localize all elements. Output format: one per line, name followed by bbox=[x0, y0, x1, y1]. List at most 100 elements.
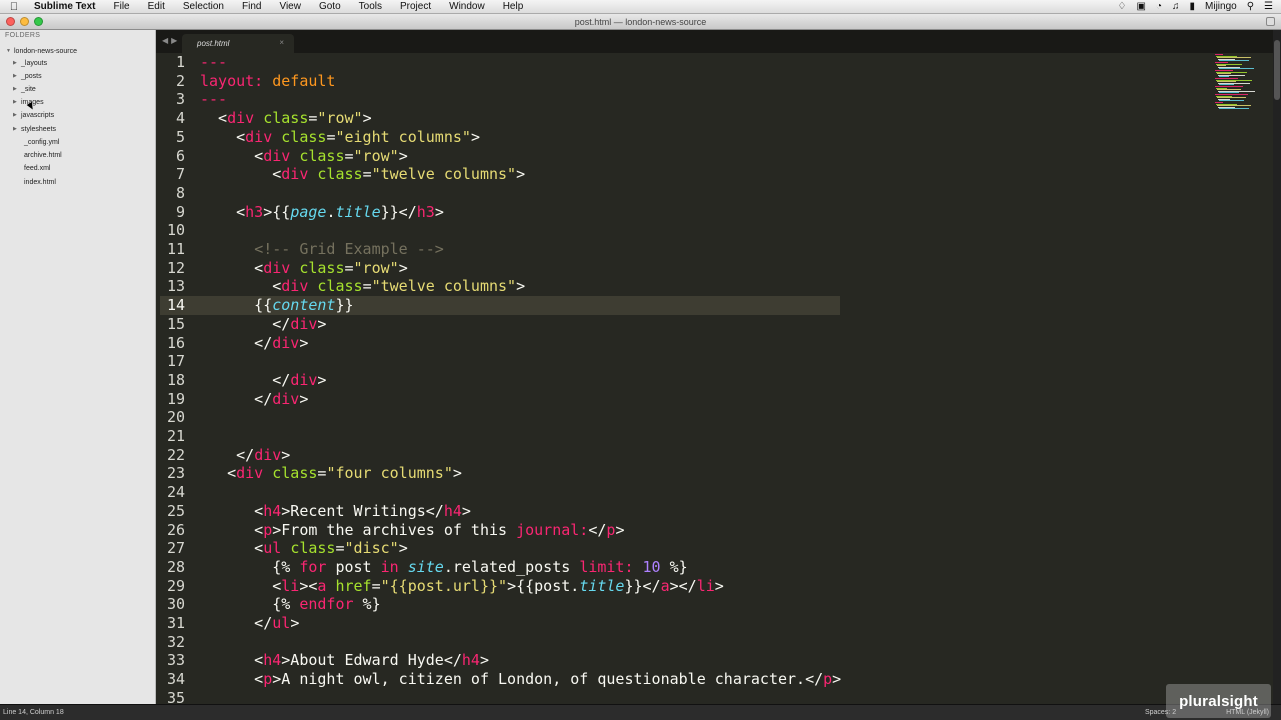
code-line[interactable]: <div class="row"> bbox=[200, 147, 408, 166]
close-icon[interactable]: × bbox=[279, 38, 284, 47]
line-number: 18 bbox=[166, 370, 185, 389]
tab-nav-arrows-icon[interactable]: ◀▶ bbox=[162, 36, 180, 45]
folder-label: javascripts bbox=[21, 111, 55, 119]
line-number: 6 bbox=[175, 146, 185, 165]
code-line[interactable]: <div class="four columns"> bbox=[200, 464, 462, 483]
folder-item[interactable]: ▶ _layouts bbox=[13, 57, 47, 69]
line-number: 30 bbox=[166, 595, 185, 614]
window-titlebar: post.html — london-news-source bbox=[0, 14, 1281, 30]
fullscreen-button[interactable] bbox=[1266, 17, 1275, 26]
code-line[interactable]: <!-- Grid Example --> bbox=[200, 240, 444, 259]
window-title: post.html — london-news-source bbox=[574, 16, 707, 27]
tree-root[interactable]: ▼ london-news-source bbox=[6, 45, 77, 57]
expanded-triangle-icon: ▼ bbox=[6, 48, 11, 54]
code-line[interactable]: </ul> bbox=[200, 614, 299, 633]
line-number: 21 bbox=[166, 427, 185, 445]
volume-icon[interactable]: ♫ bbox=[1172, 1, 1180, 12]
folder-item[interactable]: ▶ _site bbox=[13, 83, 36, 95]
code-line[interactable]: </div> bbox=[200, 371, 326, 390]
file-item[interactable]: feed.xml bbox=[24, 162, 50, 174]
minimap[interactable] bbox=[1213, 54, 1273, 114]
menu-window[interactable]: Window bbox=[440, 1, 494, 12]
folder-item[interactable]: ▶ _posts bbox=[13, 70, 42, 82]
wifi-icon[interactable]: ◔ bbox=[1156, 1, 1162, 12]
code-line[interactable]: <ul class="disc"> bbox=[200, 539, 408, 558]
line-number: 17 bbox=[166, 352, 185, 371]
folder-item[interactable]: ▶ stylesheets bbox=[13, 123, 56, 135]
code-line[interactable]: <div class="twelve columns"> bbox=[200, 165, 525, 184]
display-icon[interactable]: ▣ bbox=[1137, 1, 1146, 12]
line-number: 9 bbox=[175, 202, 185, 221]
line-number: 15 bbox=[166, 314, 185, 333]
code-line[interactable]: </div> bbox=[200, 446, 290, 465]
line-number: 34 bbox=[166, 670, 185, 689]
file-item[interactable]: index.html bbox=[24, 176, 56, 188]
dropbox-icon[interactable]: ♢ bbox=[1118, 1, 1127, 12]
menu-view[interactable]: View bbox=[270, 1, 310, 12]
menu-edit[interactable]: Edit bbox=[139, 1, 174, 12]
folder-label: _layouts bbox=[21, 59, 48, 67]
folder-label: _site bbox=[21, 85, 36, 93]
menu-extras: ♢ ▣ ◔ ♫ ▮ Mijingo ⚲ ☰ bbox=[1118, 1, 1281, 12]
code-line[interactable]: <p>From the archives of this journal:</p… bbox=[200, 521, 624, 540]
file-item[interactable]: _config.yml bbox=[24, 136, 59, 148]
line-number: 5 bbox=[175, 127, 185, 146]
file-item[interactable]: archive.html bbox=[24, 149, 62, 161]
minimap-line bbox=[1219, 108, 1249, 110]
app-menu[interactable]: Sublime Text bbox=[28, 1, 105, 12]
user-menu[interactable]: Mijingo bbox=[1205, 1, 1237, 12]
collapsed-triangle-icon: ▶ bbox=[13, 112, 17, 118]
vertical-scrollbar[interactable] bbox=[1273, 30, 1281, 704]
code-line[interactable]: {{content}} bbox=[200, 296, 353, 315]
code-line[interactable]: --- bbox=[200, 53, 227, 72]
code-line[interactable]: <h4>Recent Writings</h4> bbox=[200, 502, 471, 521]
code-line[interactable]: <div class="row"> bbox=[200, 109, 372, 128]
code-line[interactable]: </div> bbox=[200, 315, 326, 334]
code-line[interactable]: layout: default bbox=[200, 72, 335, 91]
line-number: 1 bbox=[175, 53, 185, 71]
line-number: 27 bbox=[166, 539, 185, 558]
code-line[interactable]: <h4>About Edward Hyde</h4> bbox=[200, 651, 489, 670]
status-bar: Line 14, Column 18 Spaces: 2 HTML (Jekyl… bbox=[0, 704, 1281, 720]
line-number: 2 bbox=[175, 71, 185, 90]
apple-icon[interactable]:  bbox=[0, 1, 28, 13]
code-line[interactable]: <div class="eight columns"> bbox=[200, 128, 480, 147]
menu-tools[interactable]: Tools bbox=[350, 1, 391, 12]
close-window-button[interactable] bbox=[6, 17, 15, 26]
sidebar: FOLDERS ▼ london-news-source ▶ _layouts … bbox=[0, 30, 156, 704]
folders-header: FOLDERS bbox=[5, 32, 41, 39]
code-line[interactable]: <h3>{{page.title}}</h3> bbox=[200, 203, 444, 222]
code-line[interactable]: {% endfor %} bbox=[200, 595, 380, 614]
tab-post-html[interactable]: post.html × bbox=[182, 34, 294, 53]
menu-find[interactable]: Find bbox=[233, 1, 270, 12]
pluralsight-watermark: pluralsight bbox=[1166, 684, 1271, 718]
code-line[interactable]: --- bbox=[200, 90, 227, 109]
code-line[interactable]: <li><a href="{{post.url}}">{{post.title}… bbox=[200, 577, 724, 596]
list-icon[interactable]: ☰ bbox=[1264, 1, 1273, 12]
code-line[interactable]: {% for post in site.related_posts limit:… bbox=[200, 558, 687, 577]
folder-item[interactable]: ▶ javascripts bbox=[13, 109, 54, 121]
code-line[interactable]: <p>A night owl, citizen of London, of qu… bbox=[200, 670, 841, 689]
scrollbar-thumb[interactable] bbox=[1274, 40, 1280, 100]
code-line[interactable]: </div> bbox=[200, 390, 308, 409]
window-controls bbox=[0, 17, 43, 26]
line-number: 25 bbox=[166, 501, 185, 520]
minimize-window-button[interactable] bbox=[20, 17, 29, 26]
line-number: 32 bbox=[166, 632, 185, 651]
line-number: 19 bbox=[166, 389, 185, 408]
menu-goto[interactable]: Goto bbox=[310, 1, 350, 12]
menu-file[interactable]: File bbox=[105, 1, 139, 12]
code-line[interactable]: <div class="twelve columns"> bbox=[200, 277, 525, 296]
zoom-window-button[interactable] bbox=[34, 17, 43, 26]
menu-project[interactable]: Project bbox=[391, 1, 440, 12]
menu-selection[interactable]: Selection bbox=[174, 1, 233, 12]
line-number: 31 bbox=[166, 614, 185, 632]
tree-root-label: london-news-source bbox=[14, 47, 78, 55]
editor[interactable]: ◀▶ post.html × 1 2 3 4 5 6 7 8 9 10 11 1… bbox=[156, 30, 1281, 707]
code-line[interactable]: </div> bbox=[200, 334, 308, 353]
menu-help[interactable]: Help bbox=[494, 1, 533, 12]
line-number: 13 bbox=[166, 277, 185, 296]
code-line[interactable]: <div class="row"> bbox=[200, 259, 408, 278]
spotlight-icon[interactable]: ⚲ bbox=[1247, 1, 1254, 12]
battery-icon[interactable]: ▮ bbox=[1190, 1, 1196, 12]
